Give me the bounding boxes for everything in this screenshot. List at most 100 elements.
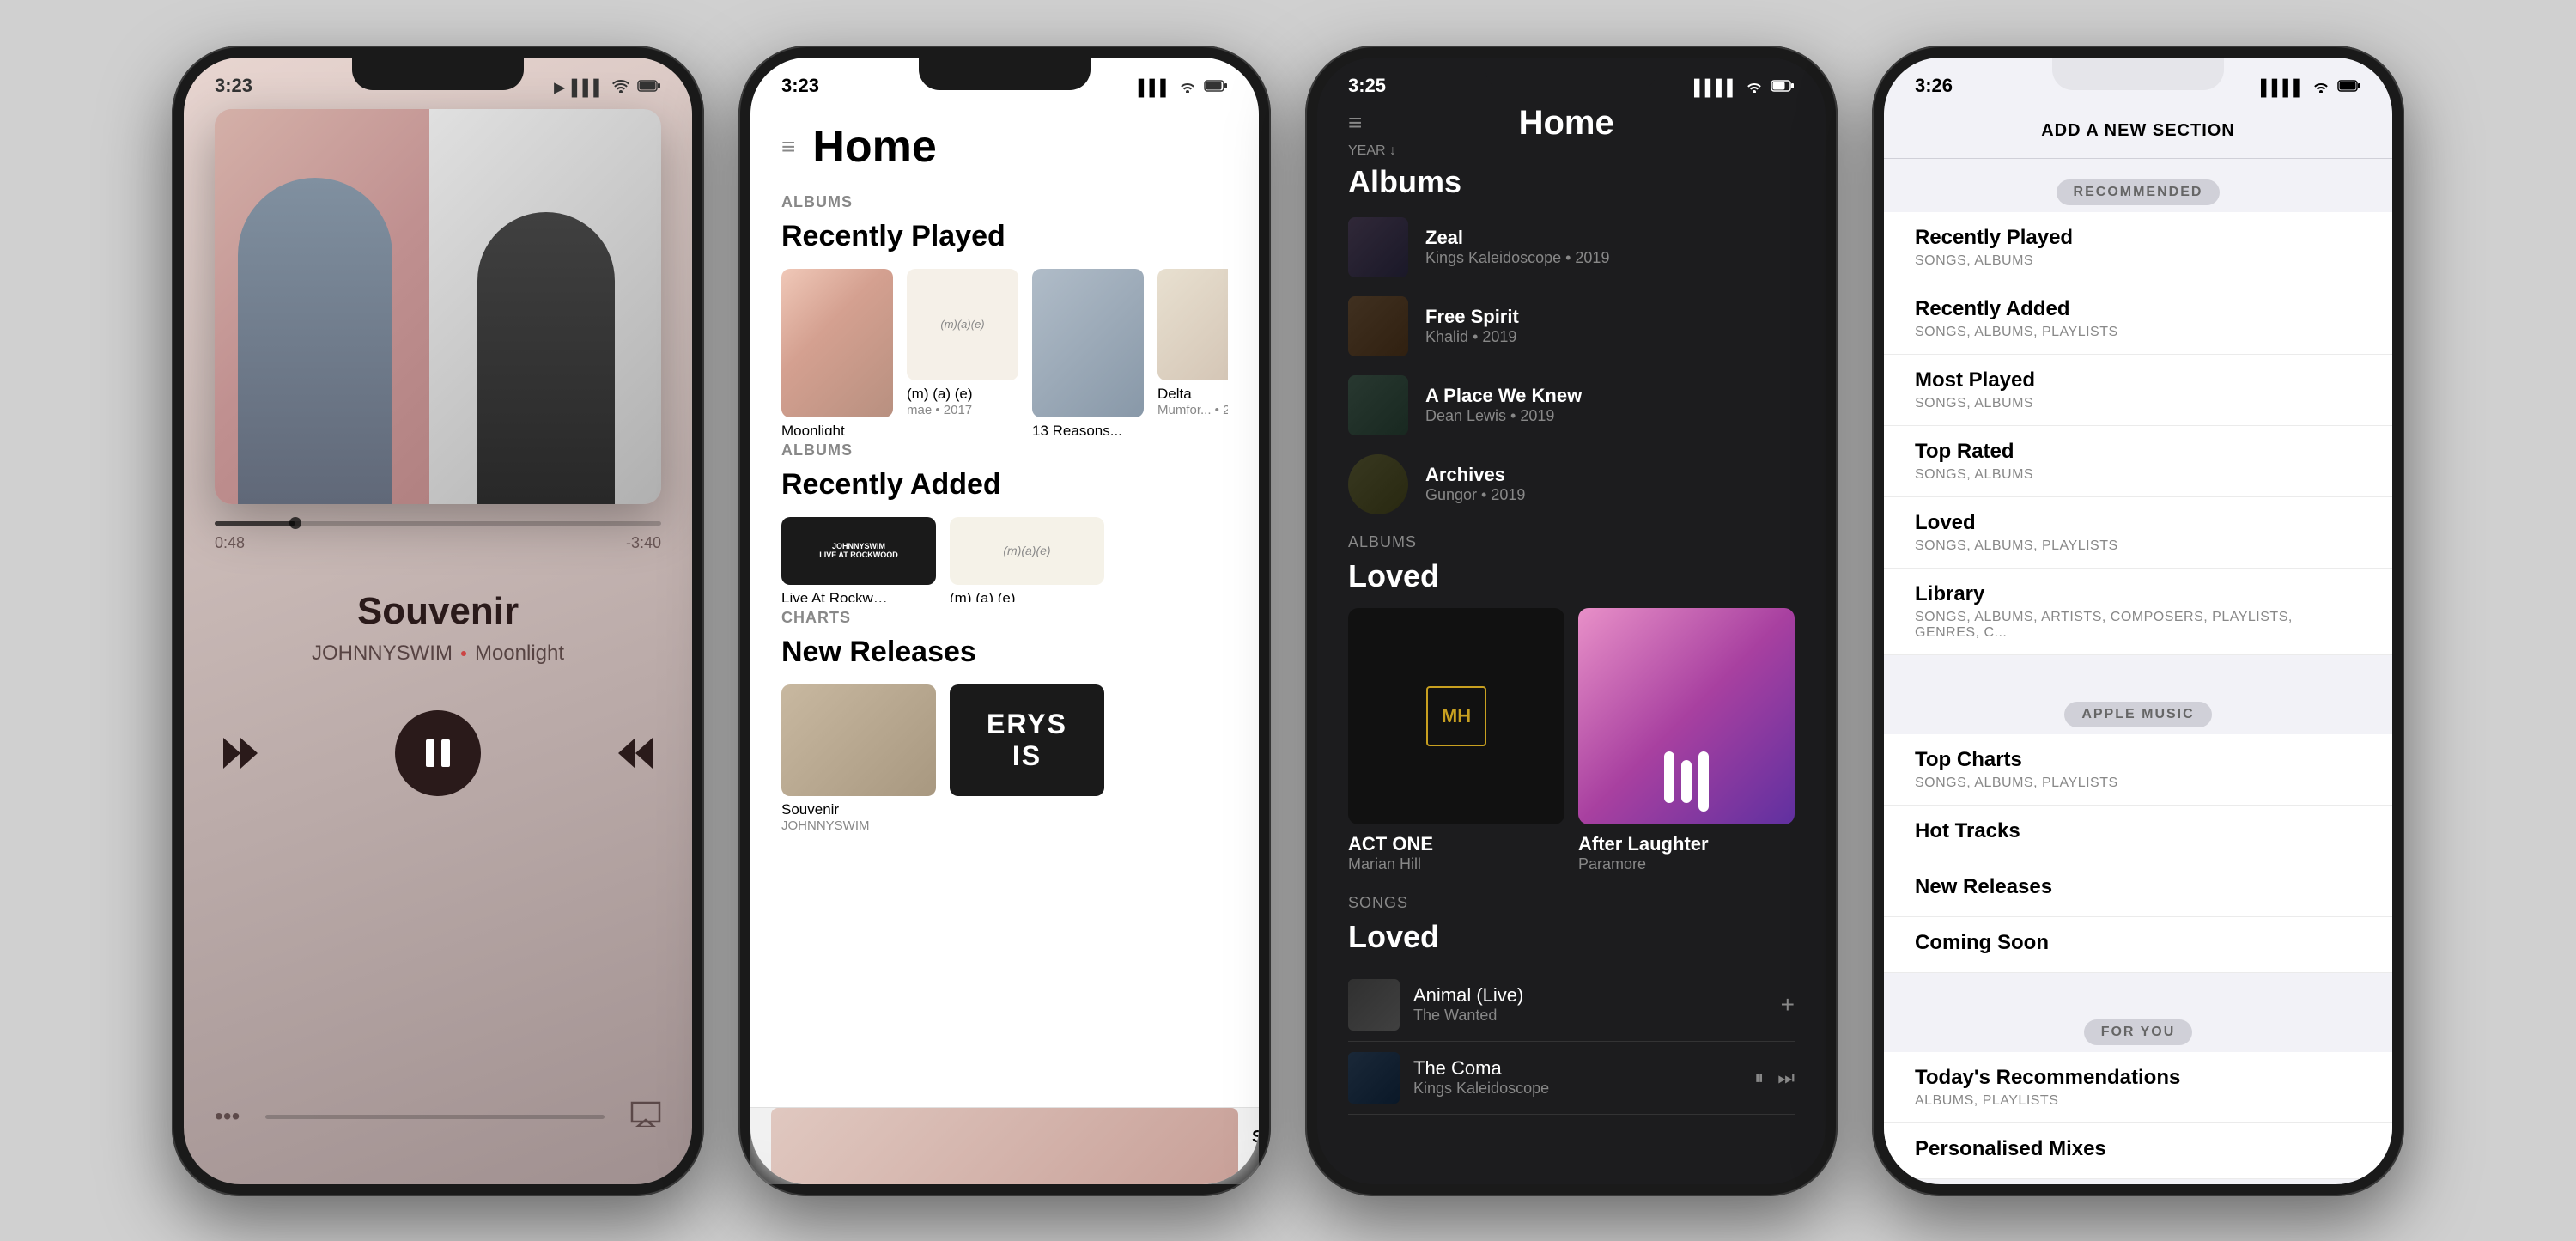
forward-icon-small[interactable]: ⏭ [1777,1067,1795,1089]
album-archives[interactable]: Archives Gungor • 2019 [1348,454,1795,514]
forward-button[interactable] [610,734,661,772]
menu-icon[interactable]: ≡ [781,133,795,161]
for-you-header: FOR YOU [1884,1006,2392,1052]
remaining-time: -3:40 [626,534,661,552]
album-freespirit[interactable]: Free Spirit Khalid • 2019 [1348,296,1795,356]
home-title: Home [812,121,936,173]
zeal-sub: Kings Kaleidoscope • 2019 [1425,249,1795,267]
home-screen: 3:23 ▌▌▌ ≡ Home ALBU [750,58,1259,1184]
album-13reasons[interactable]: 13 Reasons... Selena... • 2018 [1032,269,1144,417]
album-mae[interactable]: (m)(a)(e) (m) (a) (e) mae • 2017 [907,269,1018,417]
signal-2: ▌▌▌ [1139,79,1171,97]
album-sub-homecoming: JOHNNYSWIM [781,818,936,833]
afterlaughter-sub: Paramore [1578,855,1795,873]
loved-songs-label: SONGS [1348,894,1795,912]
loved-actone[interactable]: MH ACT ONE Marian Hill [1348,608,1564,873]
phone-2: 3:23 ▌▌▌ ≡ Home ALBU [738,46,1271,1196]
album-johnnyswim[interactable]: JOHNNYSWIMLIVE AT ROCKWOOD Live At Rockw… [781,517,936,585]
pause-icon-small[interactable]: ⏸ [1754,1067,1764,1089]
group-for-you: FOR YOU Today's Recommendations ALBUMS, … [1884,1006,2392,1179]
item-name-hot-tracks: Hot Tracks [1915,819,2361,843]
progress-bar[interactable] [215,521,661,526]
signal-4: ▌▌▌▌ [2261,79,2305,97]
album-delta[interactable]: Delta Mumfor... • 2018 [1157,269,1228,417]
silhouette-left [238,178,392,504]
item-recently-played[interactable]: Recently Played SONGS, ALBUMS [1884,212,2392,283]
loved-songs-title: Loved [1348,919,1795,955]
album-mae2[interactable]: (m)(a)(e) (m) (a) (e) mae • 1h 42m [950,517,1104,585]
item-library[interactable]: Library SONGS, ALBUMS, ARTISTS, COMPOSER… [1884,569,2392,655]
album-moonlight[interactable]: Moonlight JOHNN... • 2019 [781,269,893,417]
item-loved[interactable]: Loved SONGS, ALBUMS, PLAYLISTS [1884,497,2392,569]
album-erys[interactable]: ERYSIS [950,684,1104,833]
item-new-releases[interactable]: New Releases [1884,861,2392,917]
item-name-top-charts: Top Charts [1915,748,2361,772]
playback-controls [215,710,661,796]
art-coma [1348,1052,1400,1104]
item-coming-soon[interactable]: Coming Soon [1884,917,2392,973]
item-hot-tracks[interactable]: Hot Tracks [1884,806,2392,861]
artist-right [429,109,661,504]
album-art-moonlight [781,269,893,417]
status-icons-4: ▌▌▌▌ [2261,79,2361,97]
item-recently-added[interactable]: Recently Added SONGS, ALBUMS, PLAYLISTS [1884,283,2392,355]
item-sub-library: SONGS, ALBUMS, ARTISTS, COMPOSERS, PLAYL… [1915,610,2361,641]
album-title-moonlight: Moonlight [781,423,893,435]
wifi-2 [1178,79,1197,97]
album-zeal[interactable]: Zeal Kings Kaleidoscope • 2019 [1348,217,1795,277]
actone-sub: Marian Hill [1348,855,1564,873]
placeweknew-info: A Place We Knew Dean Lewis • 2019 [1425,385,1795,425]
album-homecoming[interactable]: Souvenir JOHNNYSWIM [781,684,936,833]
item-sub-loved: SONGS, ALBUMS, PLAYLISTS [1915,538,2361,554]
item-name-most-played: Most Played [1915,368,2361,392]
for-you-badge: FOR YOU [2084,1019,2193,1045]
current-time: 0:48 [215,534,245,552]
progress-fill [215,521,295,526]
status-time-2: 3:23 [781,75,819,97]
song-animal[interactable]: Animal (Live) The Wanted + [1348,969,1795,1042]
item-top-charts[interactable]: Top Charts SONGS, ALBUMS, PLAYLISTS [1884,734,2392,806]
recommended-badge: RECOMMENDED [2057,179,2221,205]
art-zeal [1348,217,1408,277]
recently-played-section: ALBUMS Recently Played Moonlight JOHNN..… [781,193,1228,435]
new-releases-row: Souvenir JOHNNYSWIM ERYSIS [781,684,1228,850]
album-title-13reasons: 13 Reasons... [1032,423,1144,435]
add-icon[interactable]: + [1781,991,1795,1019]
recommended-header: RECOMMENDED [1884,166,2392,212]
placeweknew-sub: Dean Lewis • 2019 [1425,407,1795,425]
album-art-13reasons [1032,269,1144,417]
recently-added-section: ALBUMS Recently Added JOHNNYSWIMLIVE AT … [781,441,1228,602]
item-top-rated[interactable]: Top Rated SONGS, ALBUMS [1884,426,2392,497]
airplay-icon[interactable] [630,1101,661,1133]
item-todays-recs[interactable]: Today's Recommendations ALBUMS, PLAYLIST… [1884,1052,2392,1123]
phone-1: 3:23 ▶ ▌▌▌ [172,46,704,1196]
rewind-button[interactable] [215,734,266,772]
loved-afterlaughter[interactable]: After Laughter Paramore [1578,608,1795,873]
art-freespirit [1348,296,1408,356]
section-label-charts: CHARTS [781,609,1228,627]
art-actone: MH [1348,608,1564,824]
dark-menu[interactable]: ≡ [1348,109,1362,137]
volume-bar[interactable] [265,1115,605,1119]
album-placeweknew[interactable]: A Place We Knew Dean Lewis • 2019 [1348,375,1795,435]
animal-artist: The Wanted [1413,1007,1767,1025]
zeal-info: Zeal Kings Kaleidoscope • 2019 [1425,227,1795,267]
album-title-mae: (m) (a) (e) [907,386,1018,403]
item-sub-most-played: SONGS, ALBUMS [1915,396,2361,411]
item-name-loved: Loved [1915,511,2361,535]
item-personalised-mixes[interactable]: Personalised Mixes [1884,1123,2392,1179]
song-coma[interactable]: The Coma Kings Kaleidoscope ⏸ ⏭ [1348,1042,1795,1115]
section-title-charts: New Releases [781,636,1228,669]
home-dark-screen: 3:25 ▌▌▌▌ ≡ Home [1317,58,1826,1184]
wifi-3 [1745,79,1764,97]
silhouette-right [477,212,615,504]
section-label-added: ALBUMS [781,441,1228,459]
options-icon[interactable]: ••• [215,1103,240,1130]
item-most-played[interactable]: Most Played SONGS, ALBUMS [1884,355,2392,426]
status-icons-3: ▌▌▌▌ [1694,79,1795,97]
mini-title-2: Souvenir [1252,1128,1259,1147]
actone-title: ACT ONE [1348,833,1564,855]
pause-button[interactable] [395,710,481,796]
loved-albums-title: Loved [1348,558,1795,594]
song-info: Souvenir JOHNNYSWIM Moonlight [215,590,661,666]
